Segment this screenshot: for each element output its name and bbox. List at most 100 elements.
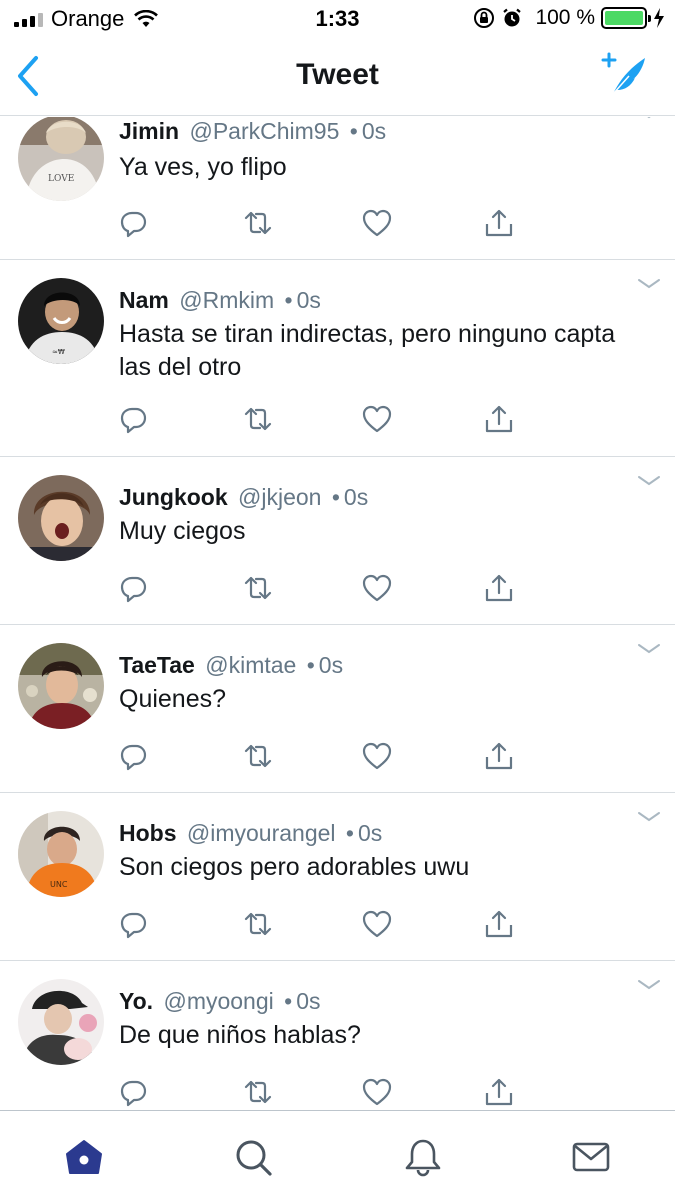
separator-dot: • [345,820,354,846]
tweet-header: Nam @Rmkim • 0s [119,287,321,314]
share-button[interactable] [483,572,515,604]
retweet-button[interactable] [242,403,274,435]
page-title: Tweet [296,58,379,91]
chevron-down-icon [647,117,651,119]
tweet-actions [118,1076,538,1108]
tweet-item[interactable]: Jungkook @jkjeon • 0s Muy ciegos [0,457,675,625]
share-button[interactable] [483,908,515,940]
tweet-time: 0s [296,988,321,1014]
tab-notifications[interactable] [403,1137,443,1177]
like-button[interactable] [361,1076,393,1108]
tweet-item[interactable]: Yo. @myoongi • 0s De que niños hablas? [0,961,675,1110]
svg-text:≈₩: ≈₩ [52,348,65,356]
tweet-text: Ya ves, yo flipo [119,153,287,181]
reply-button[interactable] [118,1076,150,1108]
reply-icon [120,744,147,771]
tweet-author-name[interactable]: Nam [119,287,169,313]
tweet-author-name[interactable]: Hobs [119,820,177,846]
compose-button[interactable] [599,52,649,98]
retweet-button[interactable] [242,908,274,940]
reply-button[interactable] [118,572,150,604]
tweet-author-handle[interactable]: @imyourangel [187,820,336,846]
tweet-header: TaeTae @kimtae • 0s [119,652,343,679]
orientation-lock-icon [474,8,495,28]
tweet-options-chevron[interactable] [637,810,661,824]
like-button[interactable] [361,908,393,940]
retweet-icon [244,1080,272,1104]
share-icon [485,405,513,433]
tweet-author-handle[interactable]: @Rmkim [179,287,274,313]
tweet-options-chevron[interactable] [637,978,661,992]
svg-text:UNC: UNC [50,880,68,889]
tweet-author-name[interactable]: TaeTae [119,652,195,678]
retweet-button[interactable] [242,207,274,239]
retweet-button[interactable] [242,572,274,604]
like-button[interactable] [361,740,393,772]
messages-icon [572,1142,610,1172]
share-button[interactable] [483,740,515,772]
svg-text:LOVE: LOVE [48,174,74,184]
avatar[interactable]: ≈₩ [18,278,104,364]
retweet-icon [244,407,272,431]
share-button[interactable] [483,207,515,239]
reply-icon [120,1080,147,1107]
tab-bar [0,1110,675,1200]
tweet-item[interactable]: TaeTae @kimtae • 0s Quienes? [0,625,675,793]
share-button[interactable] [483,403,515,435]
tweet-item[interactable]: UNC Hobs @imyourangel • 0s Son ciegos per… [0,793,675,961]
tweet-options-chevron[interactable] [637,474,661,488]
retweet-icon [244,576,272,600]
tweet-author-handle[interactable]: @kimtae [205,652,296,678]
like-icon [362,405,392,433]
avatar[interactable] [18,475,104,561]
tweet-options-chevron[interactable] [637,277,661,291]
avatar[interactable]: UNC [18,811,104,897]
tab-search[interactable] [233,1137,273,1177]
tweet-text: De que niños hablas? [119,1021,361,1049]
share-button[interactable] [483,1076,515,1108]
like-button[interactable] [361,207,393,239]
chevron-down-icon [638,476,660,486]
chevron-down-icon [638,812,660,822]
like-icon [362,742,392,770]
tweet-author-handle[interactable]: @jkjeon [238,484,321,510]
charging-bolt-icon [654,8,664,28]
reply-icon [120,912,147,939]
like-button[interactable] [361,572,393,604]
tweet-author-handle[interactable]: @myoongi [163,988,273,1014]
tweet-feed[interactable]: LOVE Jimin @ParkChim95 • 0s Ya ves, yo fl… [0,117,675,1110]
avatar[interactable] [18,979,104,1065]
tweet-options-chevron[interactable] [637,642,661,656]
tweet-actions [118,403,538,435]
avatar[interactable]: LOVE [18,117,104,201]
separator-dot: • [306,652,315,678]
notifications-icon [405,1139,441,1177]
chevron-down-icon [638,644,660,654]
like-icon [362,1078,392,1106]
tab-home[interactable] [64,1137,104,1177]
tweet-header: Yo. @myoongi • 0s [119,988,321,1015]
status-bar: Orange 1:33 100 % [0,0,675,38]
tweet-author-name[interactable]: Jimin [119,118,179,144]
tweet-author-handle[interactable]: @ParkChim95 [189,118,339,144]
tweet-header: Jimin @ParkChim95 • 0s [119,118,386,145]
reply-button[interactable] [118,908,150,940]
tweet-header: Jungkook @jkjeon • 0s [119,484,368,511]
separator-dot: • [331,484,340,510]
reply-button[interactable] [118,207,150,239]
retweet-button[interactable] [242,740,274,772]
reply-button[interactable] [118,740,150,772]
tweet-options-chevron[interactable] [637,117,661,121]
reply-button[interactable] [118,403,150,435]
retweet-button[interactable] [242,1076,274,1108]
nav-bar: Tweet [0,38,675,116]
tweet-author-name[interactable]: Yo. [119,988,153,1014]
avatar[interactable] [18,643,104,729]
tweet-actions [118,207,538,239]
tweet-item[interactable]: LOVE Jimin @ParkChim95 • 0s Ya ves, yo fl… [0,117,675,260]
tweet-item[interactable]: ≈₩ Nam @Rmkim • 0s Hasta se tiran indirec… [0,260,675,457]
tab-messages[interactable] [571,1137,611,1177]
reply-icon [120,576,147,603]
tweet-author-name[interactable]: Jungkook [119,484,228,510]
like-button[interactable] [361,403,393,435]
